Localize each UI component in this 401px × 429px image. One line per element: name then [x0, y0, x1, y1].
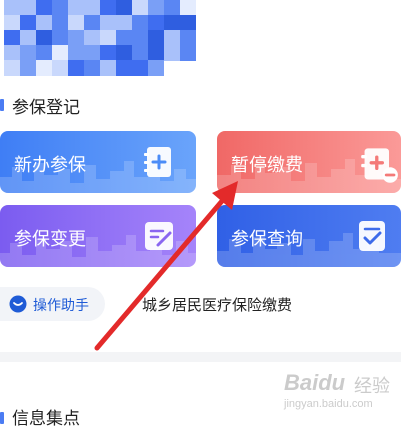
- mosaic-cell: [36, 15, 52, 31]
- mosaic-cell: [100, 60, 116, 76]
- chat-bubble-icon: [9, 295, 27, 313]
- mosaic-cell: [84, 15, 100, 31]
- mosaic-cell: [132, 0, 148, 16]
- mosaic-cell: [4, 45, 20, 61]
- card-enrollment-change[interactable]: 参保变更: [0, 205, 196, 267]
- mosaic-cell: [36, 0, 52, 16]
- mosaic-cell: [132, 30, 148, 46]
- mosaic-cell: [164, 15, 180, 31]
- document-add-icon: [144, 147, 171, 177]
- mosaic-cell: [164, 0, 180, 16]
- mosaic-cell: [132, 15, 148, 31]
- section-accent-bar: [0, 99, 4, 111]
- medical-insurance-payment-link[interactable]: 城乡居民医疗保险缴费: [142, 294, 292, 315]
- mosaic-cell: [100, 45, 116, 61]
- baidu-watermark: Baidu 经验 jingyan.baidu.com: [282, 370, 400, 416]
- document-pause-icon: [361, 148, 398, 183]
- document-edit-icon: [145, 222, 173, 250]
- mosaic-cell: [36, 60, 52, 76]
- mosaic-cell: [180, 0, 196, 16]
- mosaic-cell: [52, 0, 68, 16]
- section-divider: [0, 352, 401, 362]
- next-section-title: 信息集点: [12, 409, 80, 429]
- mosaic-cell: [4, 30, 20, 46]
- mosaic-cell: [164, 45, 180, 61]
- watermark-cn: 经验: [354, 376, 390, 396]
- mosaic-cell: [52, 15, 68, 31]
- mosaic-cell: [52, 45, 68, 61]
- pixelated-header-image: [0, 0, 200, 78]
- card-label: 参保变更: [14, 229, 86, 250]
- mosaic-cell: [84, 30, 100, 46]
- mosaic-cell: [148, 45, 164, 61]
- mosaic-cell: [52, 60, 68, 76]
- card-new-enrollment[interactable]: 新办参保: [0, 131, 196, 193]
- mosaic-cell: [148, 15, 164, 31]
- card-enrollment-query[interactable]: 参保查询: [217, 205, 401, 267]
- section-accent-bar: [0, 412, 4, 424]
- mosaic-cell: [164, 30, 180, 46]
- watermark-brand: Baidu: [284, 370, 346, 395]
- mosaic-cell: [36, 45, 52, 61]
- mosaic-cell: [68, 45, 84, 61]
- mosaic-cell: [52, 30, 68, 46]
- mosaic-cell: [84, 0, 100, 16]
- mosaic-cell: [132, 45, 148, 61]
- mosaic-cell: [148, 60, 164, 76]
- watermark-url: jingyan.baidu.com: [284, 398, 373, 410]
- section-title: 参保登记: [12, 98, 80, 118]
- assistant-button[interactable]: 操作助手: [0, 287, 105, 321]
- card-label: 新办参保: [14, 155, 86, 176]
- mosaic-cell: [68, 30, 84, 46]
- assistant-label: 操作助手: [33, 298, 89, 314]
- mosaic-cell: [68, 15, 84, 31]
- mosaic-cell: [116, 0, 132, 16]
- mosaic-cell: [84, 45, 100, 61]
- mosaic-cell: [180, 15, 196, 31]
- mosaic-cell: [68, 60, 84, 76]
- mosaic-cell: [148, 30, 164, 46]
- mosaic-cell: [180, 45, 196, 61]
- document-check-icon: [359, 221, 385, 251]
- mosaic-cell: [20, 60, 36, 76]
- card-label: 暂停缴费: [231, 155, 303, 176]
- mosaic-cell: [20, 0, 36, 16]
- mosaic-cell: [20, 15, 36, 31]
- mosaic-cell: [180, 30, 196, 46]
- card-pause-payment[interactable]: 暂停缴费: [217, 131, 401, 193]
- mosaic-cell: [4, 15, 20, 31]
- mosaic-cell: [116, 45, 132, 61]
- mosaic-cell: [148, 0, 164, 16]
- card-label: 参保查询: [231, 229, 303, 250]
- mosaic-cell: [132, 60, 148, 76]
- mosaic-cell: [36, 30, 52, 46]
- mosaic-cell: [116, 60, 132, 76]
- mosaic-cell: [4, 60, 20, 76]
- mosaic-cell: [4, 0, 20, 16]
- mosaic-cell: [100, 30, 116, 46]
- mosaic-cell: [68, 0, 84, 16]
- mosaic-cell: [116, 30, 132, 46]
- mosaic-cell: [84, 60, 100, 76]
- mosaic-cell: [20, 45, 36, 61]
- mosaic-cell: [100, 0, 116, 16]
- mosaic-cell: [20, 30, 36, 46]
- mosaic-cell: [116, 15, 132, 31]
- mosaic-cell: [100, 15, 116, 31]
